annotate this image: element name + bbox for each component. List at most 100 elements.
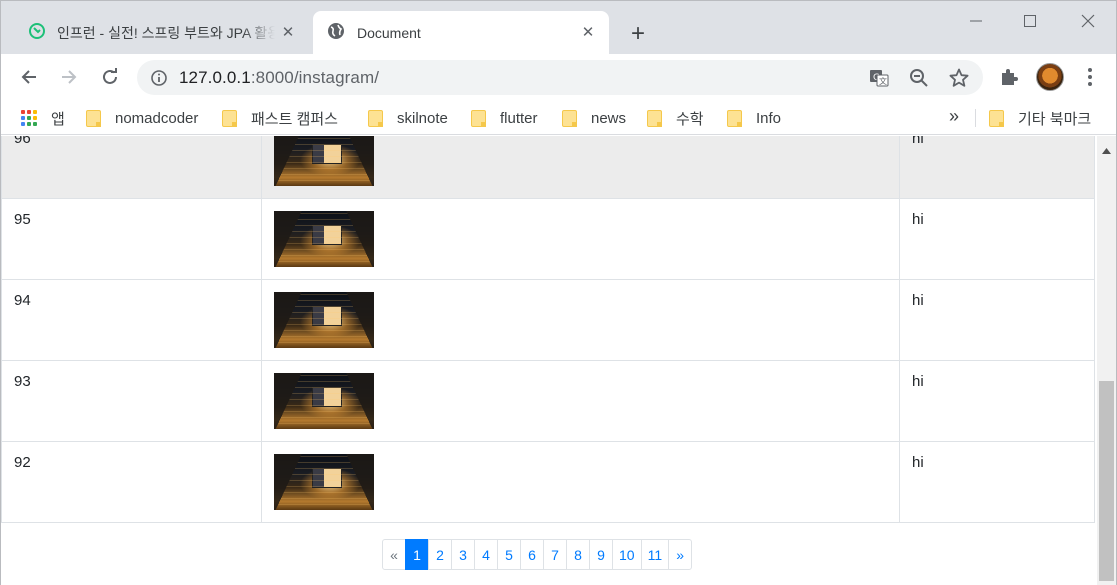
back-button[interactable] <box>14 62 44 92</box>
post-text: hi <box>912 454 924 471</box>
page-link-9[interactable]: 9 <box>589 539 613 570</box>
vertical-scrollbar[interactable] <box>1097 136 1116 585</box>
bookmarks-divider <box>975 109 976 127</box>
page-viewport: 96 hi 95 hi 94 hi 93 hi 9 2 hi « 1 2 3 4 … <box>1 136 1097 585</box>
post-image-cell <box>262 442 900 522</box>
page-link-4[interactable]: 4 <box>474 539 498 570</box>
bookmark-star-icon[interactable] <box>948 67 970 89</box>
bookmark-other[interactable]: 기타 북마크 <box>989 107 1091 129</box>
bookmark-news[interactable]: news <box>562 107 626 129</box>
bookmark-label: Info <box>756 109 782 127</box>
page-link-8[interactable]: 8 <box>566 539 590 570</box>
folder-icon <box>647 109 662 127</box>
pagination-next[interactable]: » <box>668 539 693 570</box>
post-thumbnail[interactable] <box>274 373 374 429</box>
bookmark-apps[interactable]: 앱 <box>21 107 65 129</box>
post-text: hi <box>912 136 924 147</box>
post-thumbnail[interactable] <box>274 292 374 348</box>
bookmark-label: news <box>591 109 627 127</box>
post-thumbnail[interactable] <box>274 136 374 186</box>
folder-icon <box>222 109 237 127</box>
post-image-cell <box>262 361 900 441</box>
page-link-2[interactable]: 2 <box>428 539 452 570</box>
bookmark-info[interactable]: Info <box>727 107 781 129</box>
table-row[interactable]: 93 hi <box>1 361 1095 442</box>
folder-icon <box>727 109 742 127</box>
post-id: 95 <box>2 199 262 279</box>
arrow-left-icon <box>21 70 36 84</box>
page-link-6[interactable]: 6 <box>520 539 544 570</box>
maximize-button[interactable] <box>1007 7 1053 35</box>
forward-button[interactable] <box>54 62 84 92</box>
bookmark-math[interactable]: 수학 <box>647 107 704 129</box>
table-row[interactable]: 94 hi <box>1 280 1095 361</box>
tab-inflearn[interactable]: 인프런 - 실전! 스프링 부트와 JPA 활용2 ✕ <box>13 11 309 54</box>
translate-icon[interactable]: G文 <box>868 67 890 89</box>
page-link-5[interactable]: 5 <box>497 539 521 570</box>
extensions-puzzle-icon[interactable] <box>996 64 1022 90</box>
bookmarks-overflow-button[interactable]: » <box>949 106 959 127</box>
bookmark-label: skilnote <box>397 109 448 127</box>
post-thumbnail[interactable] <box>274 454 374 510</box>
bookmark-nomadcoder[interactable]: nomadcoder <box>86 107 198 129</box>
post-text: hi <box>912 292 924 309</box>
new-tab-button[interactable]: + <box>625 21 651 47</box>
close-tab-icon[interactable]: ✕ <box>579 23 597 41</box>
url-path: :8000/instagram/ <box>250 67 380 87</box>
table-row[interactable]: 95 hi <box>1 199 1095 280</box>
bookmark-label: 앱 <box>51 110 65 128</box>
inflearn-icon <box>29 23 45 42</box>
post-image-cell <box>262 136 900 198</box>
folder-icon <box>471 109 486 127</box>
table-row[interactable]: 96 hi <box>1 136 1095 199</box>
profile-avatar[interactable] <box>1036 63 1064 91</box>
url-host: 127.0.0.1 <box>179 67 251 87</box>
pagination: « 1 2 3 4 5 6 7 8 9 10 11 » <box>382 539 693 570</box>
post-image-cell <box>262 280 900 360</box>
zoom-out-icon[interactable] <box>908 67 930 89</box>
folder-icon <box>562 109 577 127</box>
folder-icon <box>368 109 383 127</box>
tab-title: 인프런 - 실전! 스프링 부트와 JPA 활용2 <box>57 24 275 41</box>
pagination-prev[interactable]: « <box>382 539 406 570</box>
tab-document[interactable]: Document ✕ <box>313 11 609 54</box>
bookmark-skilnote[interactable]: skilnote <box>368 107 448 129</box>
post-id: 96 <box>2 136 262 198</box>
bookmark-label: flutter <box>500 109 538 127</box>
page-link-7[interactable]: 7 <box>543 539 567 570</box>
browser-toolbar: 127.0.0.1:8000/instagram/ G文 <box>1 54 1116 100</box>
apps-grid-icon <box>21 110 37 126</box>
bookmark-fastcampus[interactable]: 패스트 캠퍼스 <box>222 107 338 129</box>
bookmark-label: 패스트 캠퍼스 <box>251 110 338 128</box>
tab-strip: 인프런 - 실전! 스프링 부트와 JPA 활용2 ✕ Document ✕ + <box>1 1 1116 54</box>
post-thumbnail[interactable] <box>274 211 374 267</box>
url-text[interactable]: 127.0.0.1:8000/instagram/ <box>179 68 379 88</box>
page-link-1[interactable]: 1 <box>405 539 429 570</box>
bookmark-label: nomadcoder <box>115 109 199 127</box>
post-id: 93 <box>2 361 262 441</box>
table-row[interactable]: 92 hi <box>1 442 1095 523</box>
bookmarks-bar: 앱 nomadcoder 패스트 캠퍼스 skilnote flutter ne… <box>1 100 1116 135</box>
menu-kebab-icon[interactable] <box>1077 64 1103 90</box>
page-link-11[interactable]: 11 <box>640 539 670 570</box>
svg-text:文: 文 <box>879 76 887 86</box>
browser-window: 인프런 - 실전! 스프링 부트와 JPA 활용2 ✕ Document ✕ + <box>0 0 1117 585</box>
page-link-3[interactable]: 3 <box>451 539 475 570</box>
minimize-button[interactable] <box>953 7 999 35</box>
post-text: hi <box>912 211 924 228</box>
scroll-up-arrow-icon[interactable] <box>1097 144 1116 158</box>
close-window-button[interactable] <box>1065 7 1111 35</box>
scrollbar-thumb[interactable] <box>1099 381 1114 581</box>
reload-button[interactable] <box>95 62 125 92</box>
tab-title: Document <box>357 24 421 41</box>
folder-icon <box>86 109 101 127</box>
bookmark-label: 수학 <box>676 110 704 128</box>
bookmark-flutter[interactable]: flutter <box>471 107 538 129</box>
page-link-10[interactable]: 10 <box>612 539 642 570</box>
close-tab-icon[interactable]: ✕ <box>279 23 297 41</box>
address-bar[interactable]: 127.0.0.1:8000/instagram/ G文 <box>137 60 983 95</box>
folder-icon <box>989 109 1004 127</box>
info-icon[interactable] <box>149 68 169 88</box>
reload-icon <box>103 68 117 84</box>
globe-icon <box>327 22 345 43</box>
